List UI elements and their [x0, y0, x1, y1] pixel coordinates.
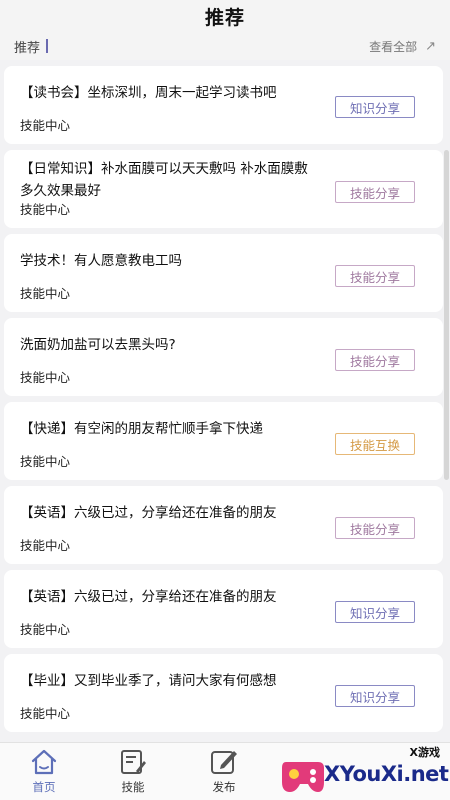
- post-card[interactable]: 【英语】六级已过，分享给还在准备的朋友 技能中心 技能分享: [4, 486, 443, 564]
- post-category: 技能中心: [20, 454, 71, 469]
- post-tag-badge[interactable]: 技能分享: [335, 517, 415, 539]
- post-title: 【日常知识】补水面膜可以天天敷吗 补水面膜敷多久效果最好: [20, 161, 308, 199]
- post-tag-badge[interactable]: 知识分享: [335, 601, 415, 623]
- post-category: 技能中心: [20, 286, 71, 301]
- page-title: 推荐: [204, 6, 245, 29]
- home-icon: [31, 749, 57, 775]
- view-all-label: 查看全部: [369, 39, 418, 54]
- post-card[interactable]: 学技术！有人愿意教电工吗 技能中心 技能分享: [4, 234, 443, 312]
- post-tag-badge[interactable]: 技能分享: [335, 349, 415, 371]
- post-title: 【英语】六级已过，分享给还在准备的朋友: [20, 505, 277, 521]
- section-label: 推荐: [14, 40, 41, 56]
- arrow-up-right-icon: ↗: [425, 38, 436, 54]
- section-label-wrap: 推荐: [14, 37, 48, 56]
- post-tag-badge[interactable]: 知识分享: [335, 96, 415, 118]
- post-tag-badge[interactable]: 知识分享: [335, 685, 415, 707]
- tab-home-label: 首页: [32, 780, 56, 794]
- post-category: 技能中心: [20, 118, 71, 133]
- watermark-text: XYouXi.net: [324, 762, 449, 786]
- post-category: 技能中心: [20, 370, 71, 385]
- tab-home[interactable]: 首页: [14, 747, 74, 799]
- view-all-link[interactable]: 查看全部 ↗: [369, 38, 436, 55]
- post-category: 技能中心: [20, 622, 71, 637]
- post-category: 技能中心: [20, 202, 71, 217]
- tab-publish-label: 发布: [212, 780, 236, 794]
- post-card[interactable]: 【日常知识】补水面膜可以天天敷吗 补水面膜敷多久效果最好技能中心 技能分享: [4, 150, 443, 228]
- post-card[interactable]: 洗面奶加盐可以去黑头吗? 技能中心 技能分享: [4, 318, 443, 396]
- compose-icon: [211, 751, 237, 774]
- post-title: 【读书会】坐标深圳，周末一起学习读书吧: [20, 85, 277, 101]
- tab-publish[interactable]: 发布: [194, 747, 254, 799]
- post-category: 技能中心: [20, 538, 71, 553]
- post-card[interactable]: 【读书会】坐标深圳，周末一起学习读书吧 技能中心 知识分享: [4, 66, 443, 144]
- post-tag-badge[interactable]: 技能分享: [335, 265, 415, 287]
- notebook-edit-icon: [121, 750, 146, 774]
- post-title: 洗面奶加盐可以去黑头吗?: [20, 337, 176, 353]
- watermark-logo: X游戏 XYouXi.net: [280, 744, 450, 800]
- gamepad-logo-icon: [282, 762, 324, 792]
- post-title: 【英语】六级已过，分享给还在准备的朋友: [20, 589, 277, 605]
- post-card[interactable]: 【毕业】又到毕业季了，请问大家有何感想 技能中心 知识分享: [4, 654, 443, 732]
- top-bar: 推荐: [0, 0, 450, 32]
- tab-skills[interactable]: 技能: [103, 747, 163, 799]
- watermark-badge: X游戏: [409, 746, 440, 759]
- post-tag-badge[interactable]: 技能互换: [335, 433, 415, 455]
- tab-skills-label: 技能: [121, 780, 145, 794]
- post-card[interactable]: 【英语】六级已过，分享给还在准备的朋友 技能中心 知识分享: [4, 570, 443, 648]
- scrollbar[interactable]: [444, 150, 449, 480]
- post-title: 【快递】有空闲的朋友帮忙顺手拿下快递: [20, 421, 263, 437]
- text-cursor: [46, 39, 48, 53]
- post-tag-badge[interactable]: 技能分享: [335, 181, 415, 203]
- section-header: 推荐 查看全部 ↗: [0, 32, 450, 60]
- post-title: 学技术！有人愿意教电工吗: [20, 253, 182, 269]
- post-title: 【毕业】又到毕业季了，请问大家有何感想: [20, 673, 277, 689]
- post-card[interactable]: 【快递】有空闲的朋友帮忙顺手拿下快递 技能中心 技能互换: [4, 402, 443, 480]
- post-category: 技能中心: [20, 706, 71, 721]
